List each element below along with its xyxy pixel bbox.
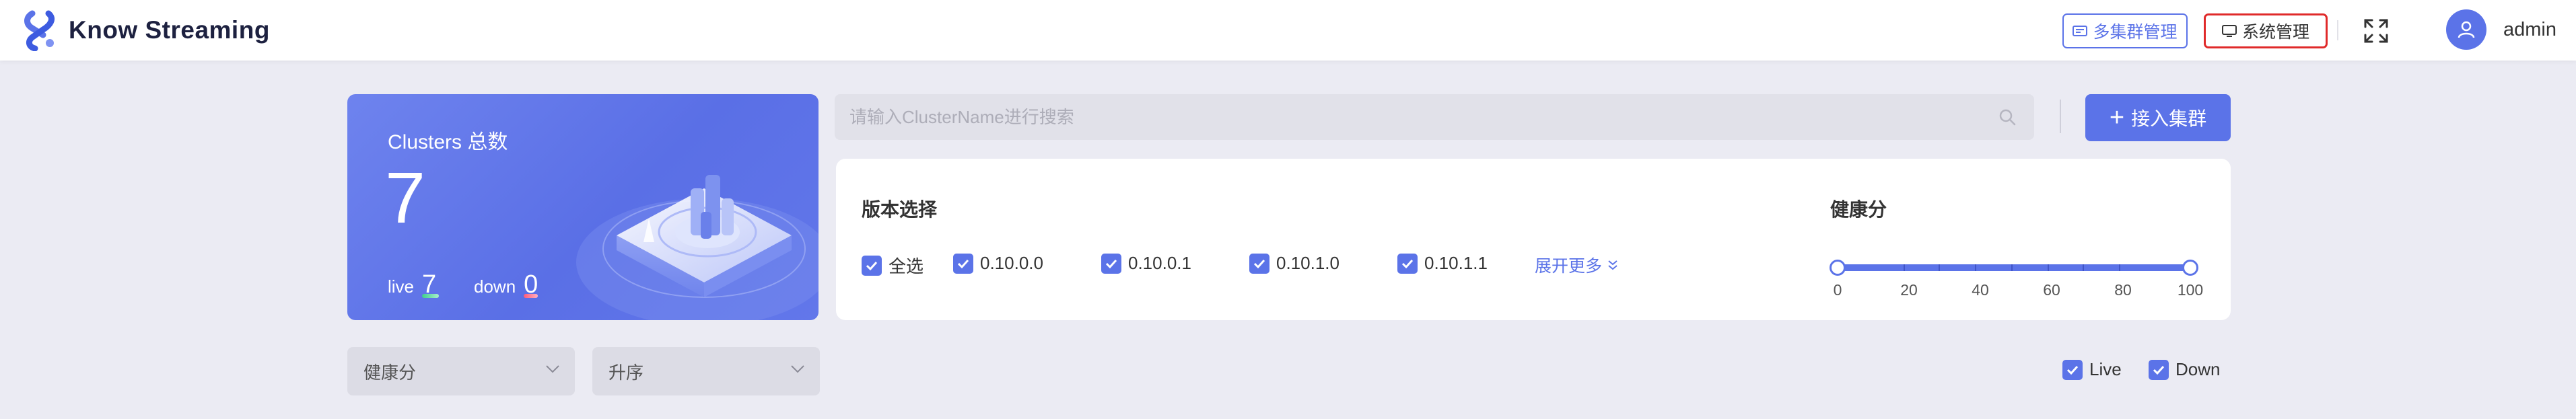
expand-more-label: 展开更多 [1535, 257, 1603, 276]
version-checkbox[interactable]: 0.10.1.1 [1397, 253, 1488, 274]
version-select-title: 版本选择 [862, 199, 938, 220]
know-streaming-logo-icon [24, 10, 55, 51]
user-avatar[interactable] [2446, 9, 2486, 50]
slider-mark: 20 [1900, 281, 1918, 299]
slider-tick [2011, 264, 2013, 271]
checkbox-checked-icon [2062, 359, 2083, 380]
live-count: 7 [422, 270, 440, 299]
slider-mark: 80 [2114, 281, 2132, 299]
chevron-down-icon [791, 365, 804, 373]
slider-mark: 0 [1833, 281, 1842, 299]
plus-icon: + [2109, 104, 2125, 132]
multi-cluster-manage-button[interactable]: 多集群管理 [2062, 13, 2188, 48]
slider-max-handle[interactable] [2182, 260, 2198, 276]
checkbox-checked-icon [1249, 253, 1269, 274]
slider-mark: 40 [1972, 281, 1989, 299]
clusters-total-count: 7 [385, 157, 426, 238]
clusters-total-title: Clusters 总数 [388, 131, 508, 153]
server-icon [2073, 24, 2088, 38]
double-chevron-down-icon [1608, 260, 1617, 270]
username[interactable]: admin [2503, 19, 2556, 41]
add-cluster-button[interactable]: + 接入集群 [2085, 94, 2231, 141]
slider-mark: 100 [2177, 281, 2204, 299]
down-filter-label: Down [2175, 359, 2221, 379]
down-label: down [474, 276, 516, 297]
brand-logo[interactable]: Know Streaming [23, 9, 270, 51]
slider-mark: 60 [2043, 281, 2060, 299]
slider-track [1832, 264, 2193, 271]
checkbox-checked-icon [2149, 359, 2169, 380]
sort-order-select[interactable]: 升序 [592, 347, 820, 395]
slider-tick [2083, 264, 2084, 271]
system-manage-button[interactable]: 系统管理 [2204, 13, 2328, 48]
cluster-search-input[interactable] [835, 94, 2034, 140]
multi-cluster-manage-label: 多集群管理 [2093, 23, 2178, 42]
top-header: Know Streaming 多集群管理 系统管理 admin [0, 0, 2576, 61]
version-checkbox[interactable]: 0.10.0.1 [1101, 253, 1191, 274]
version-checkbox[interactable]: 0.10.0.0 [953, 253, 1043, 274]
add-cluster-label: 接入集群 [2131, 108, 2207, 129]
system-manage-label: 系统管理 [2241, 23, 2309, 42]
select-all-label: 全选 [889, 256, 924, 276]
slider-tick [2119, 264, 2120, 271]
search-icon[interactable] [1998, 108, 2017, 126]
version-label: 0.10.0.0 [980, 253, 1043, 273]
cluster-platform-illustration [576, 175, 819, 320]
clusters-live-stat: live 7 [388, 270, 440, 299]
health-score-title: 健康分 [1830, 199, 1887, 220]
live-filter-checkbox[interactable]: Live [2062, 359, 2122, 380]
down-filter-checkbox[interactable]: Down [2149, 359, 2220, 380]
down-count: 0 [524, 270, 538, 299]
sort-field-select[interactable]: 健康分 [347, 347, 575, 395]
slider-tick [1939, 264, 1940, 271]
expand-more-link[interactable]: 展开更多 [1535, 253, 1620, 277]
brand-name: Know Streaming [69, 16, 270, 44]
chevron-down-icon [546, 365, 559, 373]
slider-tick [1904, 264, 1905, 271]
version-label: 0.10.1.1 [1424, 253, 1488, 273]
fullscreen-icon[interactable] [2363, 17, 2390, 44]
slider-min-handle[interactable] [1830, 260, 1846, 276]
header-divider [2337, 20, 2338, 40]
checkbox-checked-icon [862, 255, 882, 276]
cluster-search-box[interactable] [835, 94, 2034, 140]
clusters-down-stat: down 0 [474, 270, 538, 299]
version-label: 0.10.1.0 [1276, 253, 1339, 273]
select-all-checkbox[interactable]: 全选 [862, 253, 924, 278]
slider-tick [1975, 264, 1976, 271]
checkbox-checked-icon [1397, 253, 1418, 274]
live-label: live [388, 276, 415, 297]
sort-field-value: 健康分 [363, 362, 417, 383]
clusters-summary-card: Clusters 总数 7 live 7 down 0 [347, 94, 819, 320]
filter-panel: 版本选择 全选 0.10.0.0 0.10.0.1 0.10.1.0 0.10.… [836, 159, 2231, 320]
health-score-slider[interactable]: 0 20 40 60 80 100 [1830, 260, 2203, 313]
search-divider [2060, 100, 2061, 133]
monitor-icon [2221, 24, 2237, 38]
sort-order-value: 升序 [608, 362, 644, 383]
live-filter-label: Live [2089, 359, 2122, 379]
version-label: 0.10.0.1 [1128, 253, 1191, 273]
version-checkbox[interactable]: 0.10.1.0 [1249, 253, 1339, 274]
user-icon [2458, 21, 2475, 38]
slider-tick [2048, 264, 2049, 271]
checkbox-checked-icon [1101, 253, 1121, 274]
checkbox-checked-icon [953, 253, 973, 274]
